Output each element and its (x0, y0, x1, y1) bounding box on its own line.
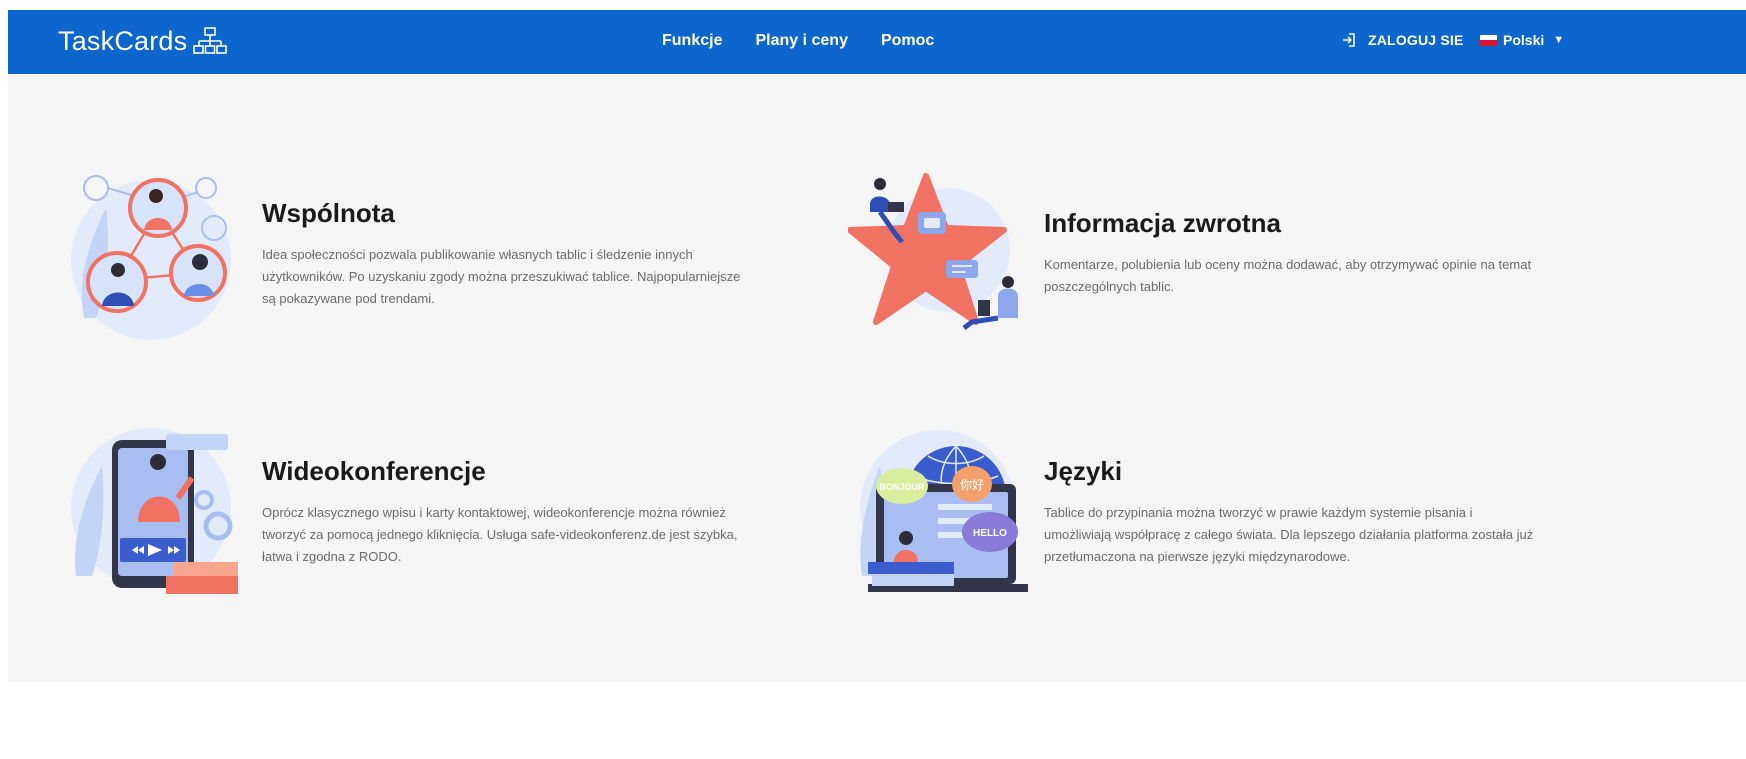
login-icon (1343, 33, 1355, 47)
brand-name: TaskCards (58, 26, 188, 56)
description-line: Komentarze, polubienia lub oceny można d… (1044, 257, 1532, 272)
language-selector[interactable]: Polski ▼ (1480, 32, 1564, 48)
description-line: poszczególnych tablic. (1044, 279, 1175, 294)
description-line: Oprócz klasycznego wpisu i karty kontakt… (262, 505, 726, 520)
caret-down-icon: ▼ (1553, 34, 1565, 46)
description-line: użytkowników. Po uzyskaniu zgody można p… (262, 269, 741, 284)
feedback-star-illustration (848, 173, 1018, 330)
brand-logo[interactable]: TaskCards (58, 26, 228, 57)
feature-description: Tablice do przypinania można tworzyć w p… (1044, 502, 1744, 568)
community-network-illustration (71, 175, 231, 340)
feature-description: Komentarze, polubienia lub oceny można d… (1044, 254, 1744, 298)
login-label: ZALOGUJ SIE (1368, 32, 1464, 48)
feature-video-conference: Wideokonferencje Oprócz klasycznego wpis… (66, 426, 766, 606)
bubble-nihao: 你好 (960, 478, 984, 492)
description-line: tworzyć za pomocą jednego kliknięcia. Us… (262, 527, 738, 542)
main-nav: Funkcje Plany i ceny Pomoc (662, 32, 967, 50)
sitemap-icon (193, 26, 228, 54)
login-button[interactable]: ZALOGUJ SIE (1342, 32, 1464, 48)
description-line: są pokazywane pod trendami. (262, 291, 435, 306)
page: TaskCards Funkcje Plany i ceny Pomoc ZAL… (8, 10, 1746, 682)
feature-languages: BONJOUR 你好 HELLO Języki Tablice do przyp… (848, 426, 1746, 606)
video-conference-illustration (71, 428, 238, 594)
bubble-hello: HELLO (973, 528, 1007, 539)
description-line: łatwa i zgodna z RODO. (262, 549, 402, 564)
feature-title: Języki (1044, 456, 1123, 486)
feature-feedback: Informacja zwrotna Komentarze, polubieni… (848, 170, 1746, 350)
languages-globe-illustration: BONJOUR 你好 HELLO (860, 430, 1028, 592)
description-line: Idea społeczności pozwala publikowanie w… (262, 247, 693, 262)
feature-title: Wideokonferencje (262, 456, 486, 486)
poland-flag-icon (1480, 34, 1497, 46)
feature-title: Informacja zwrotna (1044, 208, 1281, 238)
nav-link-funkcje[interactable]: Funkcje (662, 32, 722, 50)
description-line: umożliwiają współpracę z całego świata. … (1044, 527, 1534, 542)
feature-title: Wspólnota (262, 198, 395, 228)
nav-link-plany-i-ceny[interactable]: Plany i ceny (755, 32, 848, 50)
feature-community: Wspólnota Idea społeczności pozwala publ… (66, 168, 766, 348)
nav-link-pomoc[interactable]: Pomoc (881, 32, 934, 50)
language-label: Polski (1503, 32, 1545, 48)
description-line: Tablice do przypinania można tworzyć w p… (1044, 505, 1473, 520)
bubble-bonjour: BONJOUR (879, 482, 925, 492)
feature-description: Idea społeczności pozwala publikowanie w… (262, 244, 782, 310)
feature-description: Oprócz klasycznego wpisu i karty kontakt… (262, 502, 782, 568)
top-navbar: TaskCards Funkcje Plany i ceny Pomoc ZAL… (8, 10, 1746, 74)
description-line: przetłumaczona na pierwsze języki między… (1044, 549, 1351, 564)
